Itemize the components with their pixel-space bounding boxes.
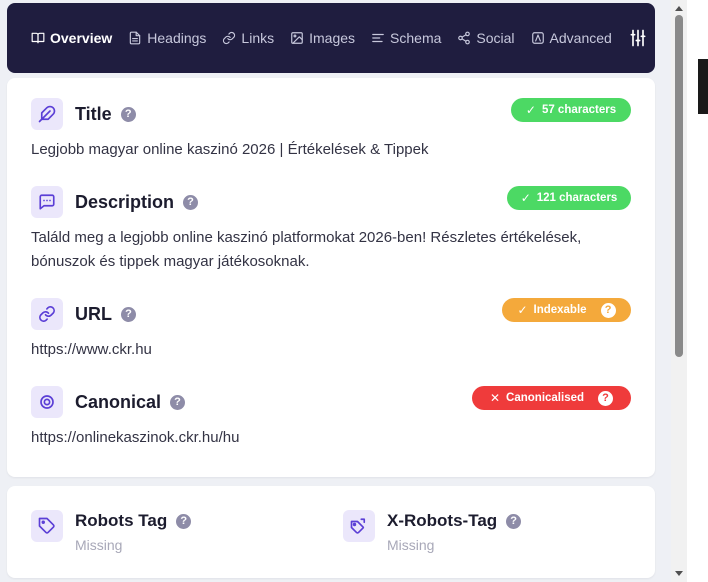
help-icon[interactable]: ? [170, 394, 186, 410]
tab-label: Links [241, 30, 275, 46]
robots-tag-status: Missing [75, 537, 123, 553]
tag-icon [31, 510, 63, 542]
title-label: Title [75, 103, 112, 124]
canonical-label: Canonical [75, 391, 162, 412]
share-icon [458, 31, 471, 45]
badge-text: 121 characters [536, 192, 618, 204]
badge-text: 57 characters [541, 104, 617, 116]
link-icon [223, 31, 236, 45]
advanced-icon [531, 32, 544, 44]
help-icon[interactable]: ? [176, 513, 192, 529]
canonicalised-badge: ✕ Canonicalised ? [472, 386, 631, 410]
vertical-scrollbar[interactable] [671, 0, 687, 582]
page-edge-dark [698, 59, 708, 114]
x-robots-tag-label: X-Robots-Tag [387, 511, 498, 530]
canonical-value: https://onlinekaszinok.ckr.hu/hu [31, 429, 240, 446]
tab-social[interactable]: Social [457, 30, 515, 46]
scroll-thumb[interactable] [675, 15, 683, 357]
image-icon [291, 32, 303, 44]
title-section: Title ? ✓ 57 characters Legjobb magyar o… [31, 98, 631, 162]
help-icon[interactable]: ? [121, 306, 136, 322]
overview-card: Title ? ✓ 57 characters Legjobb magyar o… [7, 78, 655, 477]
canonical-section: Canonical ? ✕ Canonicalised ? https://on… [31, 386, 631, 450]
tab-overview[interactable]: Overview [31, 30, 112, 46]
settings-button[interactable] [628, 28, 648, 48]
align-left-icon [372, 33, 384, 43]
url-label: URL [75, 303, 112, 324]
tab-label: Headings [147, 30, 207, 46]
url-value: https://www.ckr.hu [31, 341, 152, 358]
tab-label: Images [309, 30, 356, 46]
robots-tag-label: Robots Tag [75, 511, 168, 530]
sliders-icon [630, 29, 646, 47]
tab-label: Overview [50, 30, 113, 46]
help-icon[interactable]: ? [598, 390, 614, 406]
description-value: Találd meg a legjobb online kaszinó plat… [31, 229, 582, 270]
robots-card: Robots Tag ? Missing X-Robots-Tag ? Miss… [7, 486, 655, 578]
message-square-icon [31, 186, 63, 218]
tab-advanced[interactable]: Advanced [531, 30, 612, 46]
indexable-badge: ✓ Indexable ? [502, 298, 631, 322]
description-length-badge: ✓ 121 characters [507, 186, 631, 210]
help-icon[interactable]: ? [600, 302, 616, 318]
check-icon: ✓ [517, 303, 528, 317]
help-icon[interactable]: ? [506, 513, 522, 529]
tab-images[interactable]: Images [290, 30, 355, 46]
check-icon: ✓ [520, 191, 531, 205]
scroll-up-icon[interactable] [675, 6, 683, 11]
url-section: URL ? ✓ Indexable ? https://www.ckr.hu [31, 298, 631, 362]
tab-headings[interactable]: Headings [128, 30, 206, 46]
robots-tag-section: Robots Tag ? Missing [31, 510, 192, 553]
description-section: Description ? ✓ 121 characters Találd me… [31, 186, 631, 274]
title-value: Legjobb magyar online kaszinó 2026 | Ért… [31, 141, 429, 158]
tags-icon [343, 510, 375, 542]
scroll-down-icon[interactable] [675, 571, 683, 576]
tab-label: Schema [390, 30, 442, 46]
description-label: Description [75, 191, 175, 212]
badge-text: Canonicalised [506, 392, 585, 404]
tab-links[interactable]: Links [222, 30, 274, 46]
x-icon: ✕ [489, 391, 501, 405]
x-robots-tag-status: Missing [387, 537, 435, 553]
badge-text: Indexable [533, 304, 587, 316]
title-length-badge: ✓ 57 characters [511, 98, 631, 122]
tab-label: Social [476, 30, 515, 46]
book-open-icon [31, 32, 45, 44]
top-nav: Overview Headings Links Images Schema So… [7, 3, 655, 73]
tab-label: Advanced [549, 30, 612, 46]
x-robots-tag-section: X-Robots-Tag ? Missing [343, 510, 522, 553]
file-text-icon [130, 31, 141, 45]
feather-icon [31, 98, 63, 130]
check-icon: ✓ [525, 103, 536, 117]
target-icon [31, 386, 63, 418]
tab-schema[interactable]: Schema [371, 30, 441, 46]
help-icon[interactable]: ? [183, 194, 199, 210]
link-icon [31, 298, 63, 330]
help-icon[interactable]: ? [120, 106, 136, 122]
